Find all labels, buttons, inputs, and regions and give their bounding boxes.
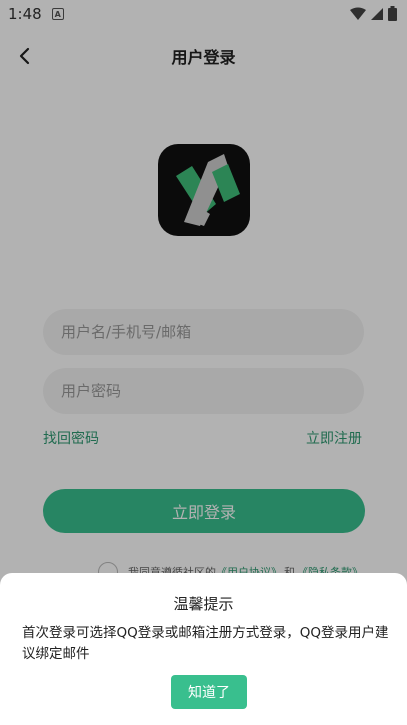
dialog-message: 首次登录可选择QQ登录或邮箱注册方式登录，QQ登录用户建议绑定邮件 (22, 625, 389, 662)
dialog-confirm-button[interactable]: 知道了 (171, 675, 247, 709)
tip-dialog: 温馨提示 首次登录可选择QQ登录或邮箱注册方式登录，QQ登录用户建议绑定邮件 知… (0, 573, 407, 725)
dialog-title: 温馨提示 (173, 595, 234, 613)
